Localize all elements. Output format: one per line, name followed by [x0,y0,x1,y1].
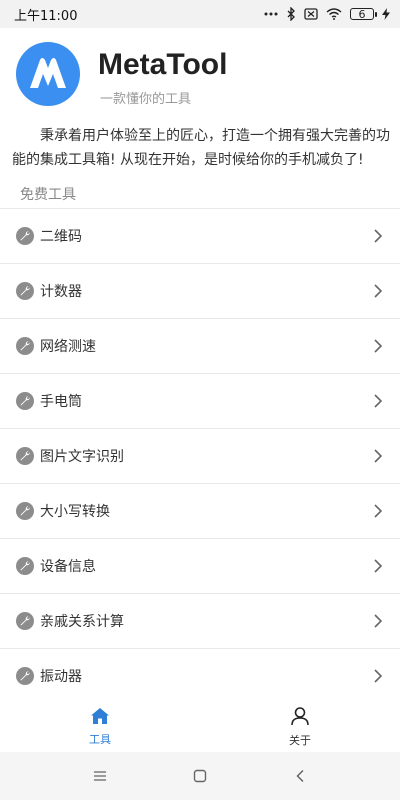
wrench-icon [16,667,34,685]
wrench-icon [16,447,34,465]
tool-item-qrcode[interactable]: 二维码 [0,209,400,264]
home-icon [90,707,110,729]
no-sim-icon [304,8,318,20]
tool-item-speedtest[interactable]: 网络测速 [0,319,400,374]
app-title: MetaTool [98,48,228,81]
status-time: 上午11:00 [14,8,78,24]
person-icon [290,706,310,730]
tab-label: 关于 [289,734,311,747]
tool-item-case-convert[interactable]: 大小写转换 [0,484,400,539]
section-title: 免费工具 [20,187,76,203]
battery-icon: 6 [350,8,377,20]
back-icon[interactable] [285,761,315,791]
status-icons: 6 [264,7,390,21]
app-subtitle: 一款懂你的工具 [100,92,192,107]
tool-item-counter[interactable]: 计数器 [0,264,400,319]
tool-label: 振动器 [40,669,82,685]
status-bar: 上午11:00 6 [0,0,400,28]
chevron-right-icon [372,394,384,408]
tool-label: 网络测速 [40,339,96,355]
tool-label: 设备信息 [40,559,96,575]
tool-label: 二维码 [40,229,82,245]
app-header: MetaTool 一款懂你的工具 [0,28,400,118]
tool-label: 亲戚关系计算 [40,614,124,630]
wrench-icon [16,557,34,575]
wrench-icon [16,392,34,410]
bluetooth-icon [286,7,296,21]
tool-label: 计数器 [40,284,82,300]
wrench-icon [16,227,34,245]
tab-label: 工具 [89,733,111,746]
tool-list: 二维码 计数器 网络测速 手电筒 图片文字识别 大小写转换 设备信息 亲戚关系计… [0,208,400,704]
tool-label: 大小写转换 [40,504,110,520]
tab-about[interactable]: 关于 [200,702,400,752]
chevron-right-icon [372,559,384,573]
wifi-icon [326,8,342,20]
tab-tools[interactable]: 工具 [0,702,200,752]
wrench-icon [16,502,34,520]
chevron-right-icon [372,669,384,683]
chevron-right-icon [372,449,384,463]
chevron-right-icon [372,229,384,243]
chevron-right-icon [372,614,384,628]
tool-label: 图片文字识别 [40,449,124,465]
tool-item-device-info[interactable]: 设备信息 [0,539,400,594]
tool-item-vibrator[interactable]: 振动器 [0,649,400,704]
tool-item-ocr[interactable]: 图片文字识别 [0,429,400,484]
chevron-right-icon [372,284,384,298]
bottom-tab-bar: 工具 关于 [0,702,400,752]
wrench-icon [16,337,34,355]
home-square-icon[interactable] [185,761,215,791]
tool-item-relatives-calc[interactable]: 亲戚关系计算 [0,594,400,649]
menu-icon[interactable] [85,761,115,791]
chevron-right-icon [372,504,384,518]
tool-item-flashlight[interactable]: 手电筒 [0,374,400,429]
chevron-right-icon [372,339,384,353]
more-dots-icon [264,12,278,16]
system-nav-bar [0,752,400,800]
intro-text: 秉承着用户体验至上的匠心，打造一个拥有强大完善的功能的集成工具箱! 从现在开始，… [12,128,390,168]
charging-icon [382,8,390,20]
app-logo [16,42,80,106]
tool-label: 手电筒 [40,394,82,410]
wrench-icon [16,282,34,300]
wrench-icon [16,612,34,630]
